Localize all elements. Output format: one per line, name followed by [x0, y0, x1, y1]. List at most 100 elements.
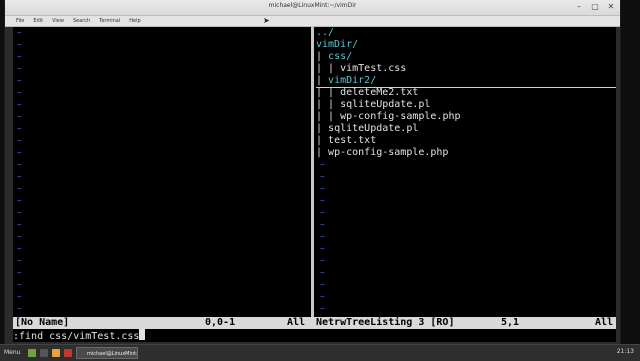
- tree-entry-name: test.txt: [328, 135, 377, 146]
- start-menu-button[interactable]: Menu: [4, 348, 20, 358]
- window-title: michael@LinuxMint:~/vimDir: [268, 2, 357, 9]
- tree-entry-name: vimTest.css: [340, 63, 407, 74]
- menu-bar: File Edit View Search Terminal Help: [5, 16, 620, 27]
- status-right-position: 5,1: [501, 317, 520, 328]
- tree-entry-name: vimDir2/: [328, 75, 377, 86]
- status-left-position: 0,0-1: [205, 317, 236, 328]
- tree-file-row[interactable]: | | wp-config-sample.php: [316, 111, 616, 123]
- taskbar: Menu michael@LinuxMint:~/vimDir 21:13: [0, 344, 640, 361]
- empty-line-tilde: ~: [320, 220, 325, 229]
- tree-entry-name: wp-config-sample.php: [328, 147, 449, 158]
- app-launcher-icon[interactable]: [64, 349, 72, 357]
- tree-file-row[interactable]: | sqliteUpdate.pl: [316, 123, 616, 135]
- status-right-all: All: [595, 317, 614, 328]
- tree-entry-name: wp-config-sample.php: [340, 111, 461, 122]
- minimize-button[interactable]: –: [574, 2, 584, 12]
- tree-entry-name: vimDir/: [316, 39, 359, 50]
- empty-line-tilde: ~: [17, 268, 22, 277]
- empty-line-tilde: ~: [17, 232, 22, 241]
- empty-line-tilde: ~: [17, 184, 22, 193]
- menu-search[interactable]: Search: [73, 16, 90, 26]
- empty-line-tilde: ~: [17, 172, 22, 181]
- tree-indent-guide: |: [316, 51, 329, 62]
- terminal-launcher-icon[interactable]: [40, 349, 48, 357]
- empty-line-tilde: ~: [17, 88, 22, 97]
- mouse-pointer-icon: ➤: [263, 16, 270, 25]
- empty-line-tilde: ~: [17, 148, 22, 157]
- tree-file-row[interactable]: | | vimTest.css: [316, 63, 616, 75]
- empty-line-tilde: ~: [320, 304, 325, 313]
- tree-indent-guide: |: [316, 147, 329, 158]
- empty-line-tilde: ~: [17, 40, 22, 49]
- tree-entry-name: ../: [316, 27, 335, 38]
- tree-directory-row[interactable]: ../: [316, 27, 616, 39]
- tree-indent-guide: |: [316, 75, 329, 86]
- empty-line-tilde: ~: [17, 52, 22, 61]
- empty-line-tilde: ~: [17, 28, 22, 37]
- tree-directory-row[interactable]: | css/: [316, 51, 616, 63]
- empty-line-tilde: ~: [17, 160, 22, 169]
- status-left-all: All: [287, 317, 306, 328]
- text-cursor: [139, 329, 146, 340]
- empty-line-tilde: ~: [17, 256, 22, 265]
- empty-line-tilde: ~: [320, 196, 325, 205]
- title-bar[interactable]: michael@LinuxMint:~/vimDir – ▢ ✕: [5, 0, 620, 16]
- menu-file[interactable]: File: [16, 16, 24, 26]
- empty-line-tilde: ~: [17, 64, 22, 73]
- empty-line-tilde: ~: [17, 76, 22, 85]
- menu-view[interactable]: View: [52, 16, 64, 26]
- empty-line-tilde: ~: [17, 280, 22, 289]
- command-line[interactable]: :find css/vimTest.css: [13, 329, 616, 342]
- tree-indent-guide: |: [316, 123, 329, 134]
- empty-line-tilde: ~: [320, 160, 325, 169]
- empty-line-tilde: ~: [17, 112, 22, 121]
- empty-line-tilde: ~: [320, 268, 325, 277]
- empty-line-tilde: ~: [320, 244, 325, 253]
- command-text: :find css/vimTest.css: [13, 331, 140, 342]
- files-launcher-icon[interactable]: [28, 349, 36, 357]
- tree-indent-guide: | |: [316, 111, 341, 122]
- tree-file-row[interactable]: | test.txt: [316, 135, 616, 147]
- empty-line-tilde: ~: [320, 208, 325, 217]
- menu-edit[interactable]: Edit: [33, 16, 43, 26]
- empty-line-tilde: ~: [320, 292, 325, 301]
- empty-line-tilde: ~: [320, 232, 325, 241]
- status-line: [No Name] 0,0-1 All NetrwTreeListing 3 […: [13, 317, 616, 329]
- status-left-name: [No Name]: [15, 317, 70, 328]
- tree-file-row[interactable]: | | sqliteUpdate.pl: [316, 99, 616, 111]
- empty-line-tilde: ~: [17, 292, 22, 301]
- menu-help[interactable]: Help: [129, 16, 140, 26]
- empty-line-tilde: ~: [17, 196, 22, 205]
- empty-line-tilde: ~: [320, 280, 325, 289]
- empty-line-tilde: ~: [17, 136, 22, 145]
- tree-entry-name: sqliteUpdate.pl: [340, 99, 431, 110]
- empty-line-tilde: ~: [17, 244, 22, 253]
- tree-indent-guide: | |: [316, 99, 341, 110]
- tree-file-row[interactable]: | wp-config-sample.php: [316, 147, 616, 159]
- terminal-area[interactable]: ~ ~ ~ ~ ~ ~ ~ ~ ~ ~ ~ ~ ~ ~ ~ ~ ~ ~ ~ ~ ~ ~ ~ ~ ../vimDir/| css…: [13, 27, 616, 342]
- empty-line-tilde: ~: [17, 100, 22, 109]
- tree-directory-row[interactable]: vimDir/: [316, 39, 616, 51]
- tree-indent-guide: | |: [316, 63, 341, 74]
- empty-line-tilde: ~: [320, 172, 325, 181]
- taskbar-window-button[interactable]: michael@LinuxMint:~/vimDir: [76, 347, 138, 359]
- maximize-button[interactable]: ▢: [590, 2, 600, 12]
- empty-line-tilde: ~: [17, 124, 22, 133]
- empty-line-tilde: ~: [17, 208, 22, 217]
- empty-line-tilde: ~: [320, 256, 325, 265]
- browser-launcher-icon[interactable]: [52, 349, 60, 357]
- netrw-tree-pane[interactable]: ../vimDir/| css/| | vimTest.css | vimDir2…: [316, 27, 616, 317]
- menu-terminal[interactable]: Terminal: [99, 16, 120, 26]
- left-vim-pane[interactable]: ~ ~ ~ ~ ~ ~ ~ ~ ~ ~ ~ ~ ~ ~ ~ ~ ~ ~ ~ ~ ~ ~ ~ ~: [13, 27, 309, 317]
- close-button[interactable]: ✕: [606, 2, 616, 12]
- empty-line-tilde: ~: [320, 184, 325, 193]
- vertical-split-divider[interactable]: [311, 27, 314, 317]
- tree-entry-name: css/: [328, 51, 353, 62]
- empty-line-tilde: ~: [17, 304, 22, 313]
- clock: 21:13: [616, 348, 634, 355]
- tree-entry-name: deleteMe2.txt: [340, 87, 419, 98]
- tree-file-row[interactable]: | | deleteMe2.txt: [316, 87, 616, 99]
- empty-line-tilde: ~: [17, 220, 22, 229]
- tree-entry-name: sqliteUpdate.pl: [328, 123, 419, 134]
- tree-indent-guide: | |: [316, 87, 341, 98]
